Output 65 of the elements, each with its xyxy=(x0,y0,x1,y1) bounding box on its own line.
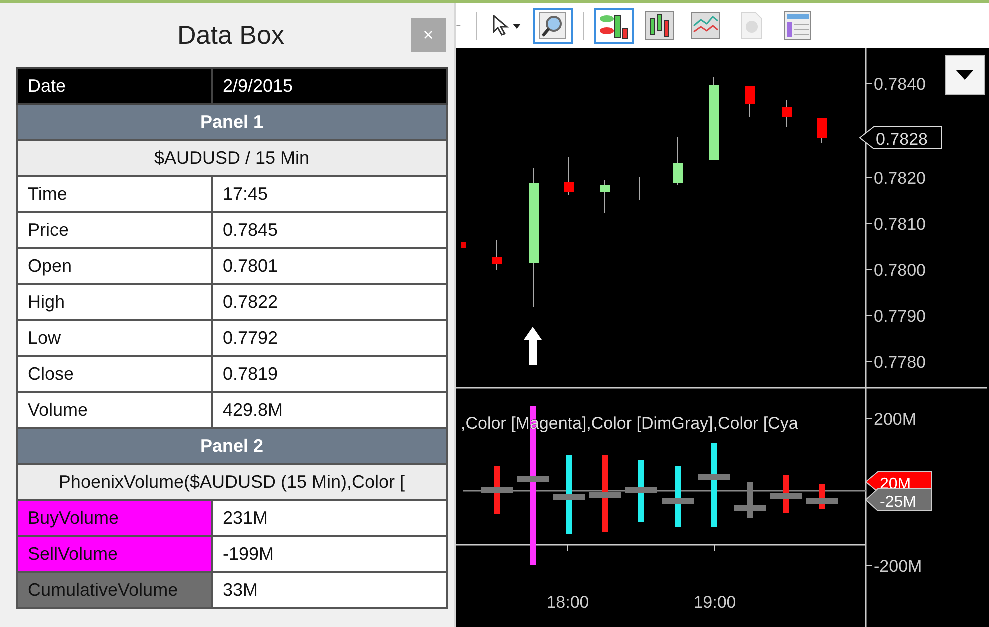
value-cell: 0.7822 xyxy=(212,284,447,320)
volume-axis-label: -200M xyxy=(866,557,922,576)
label-cell: CumulativeVolume xyxy=(17,572,212,608)
volume-value-tag: -25M xyxy=(865,488,932,512)
volume-axis-label: 200M xyxy=(866,410,917,429)
toolbar-fragment: - xyxy=(456,16,462,34)
label-cell: BuyVolume xyxy=(17,500,212,536)
volume-bar xyxy=(662,466,694,527)
candle xyxy=(817,118,827,144)
label-cell: High xyxy=(17,284,212,320)
value-cell: 2/9/2015 xyxy=(212,68,447,104)
label-cell: Price xyxy=(17,212,212,248)
price-axis-label: 0.7800 xyxy=(866,261,926,280)
value-cell: 429.8M xyxy=(212,392,447,428)
value-cell: -199M xyxy=(212,536,447,572)
section-header: Panel 2 xyxy=(17,428,447,464)
value-cell: 33M xyxy=(212,572,447,608)
label-cell: Close xyxy=(17,356,212,392)
dropdown-button[interactable] xyxy=(945,55,985,95)
volume-bar xyxy=(770,475,802,513)
volume-bar xyxy=(806,484,838,509)
candle xyxy=(492,240,502,270)
label-cell: SellVolume xyxy=(17,536,212,572)
price-axis-label: 0.7810 xyxy=(866,215,926,234)
volume-bar xyxy=(481,466,513,514)
toolbar-button[interactable] xyxy=(594,8,634,44)
price-axis-label: 0.7790 xyxy=(866,307,926,326)
bar-chart-icon xyxy=(645,10,675,40)
candle xyxy=(673,136,683,186)
pointer-icon xyxy=(492,14,522,36)
candle xyxy=(564,156,574,196)
value-cell: 0.7792 xyxy=(212,320,447,356)
value-cell: 0.7801 xyxy=(212,248,447,284)
close-button[interactable]: × xyxy=(411,18,446,52)
current-price-tag: 0.7828 xyxy=(859,126,942,150)
panel-title: Data Box xyxy=(178,20,284,50)
label-cell: Date xyxy=(17,68,212,104)
up-arrow-icon xyxy=(524,327,542,365)
price-axis-label: 0.7820 xyxy=(866,169,926,188)
value-cell: 231M xyxy=(212,500,447,536)
label-cell: Low xyxy=(17,320,212,356)
series-title: $AUDUSD / 15 Min xyxy=(17,140,447,176)
label-cell: Open xyxy=(17,248,212,284)
zoom-icon xyxy=(539,12,567,40)
candle xyxy=(461,242,466,248)
volume-bar xyxy=(734,482,766,518)
candle xyxy=(782,100,792,128)
volume-bar xyxy=(625,460,657,522)
price-axis-label: 0.7780 xyxy=(866,353,926,372)
label-cell: Time xyxy=(17,176,212,212)
candle xyxy=(745,86,755,118)
label-cell: Volume xyxy=(17,392,212,428)
time-axis-label: 19:00 xyxy=(694,544,736,612)
section-header: Panel 1 xyxy=(17,104,447,140)
time-axis-label: 18:00 xyxy=(546,544,590,612)
caret-icon xyxy=(956,70,974,80)
candle xyxy=(600,180,610,214)
toolbar-button[interactable] xyxy=(533,8,573,44)
value-cell: 17:45 xyxy=(212,176,447,212)
series-title: PhoenixVolume($AUDUSD (15 Min),Color [ xyxy=(17,464,447,500)
price-axis-label: 0.7840 xyxy=(866,75,926,94)
value-cell: 0.7845 xyxy=(212,212,447,248)
value-cell: 0.7819 xyxy=(212,356,447,392)
line-chart-icon xyxy=(691,12,721,40)
table-icon xyxy=(784,10,812,40)
